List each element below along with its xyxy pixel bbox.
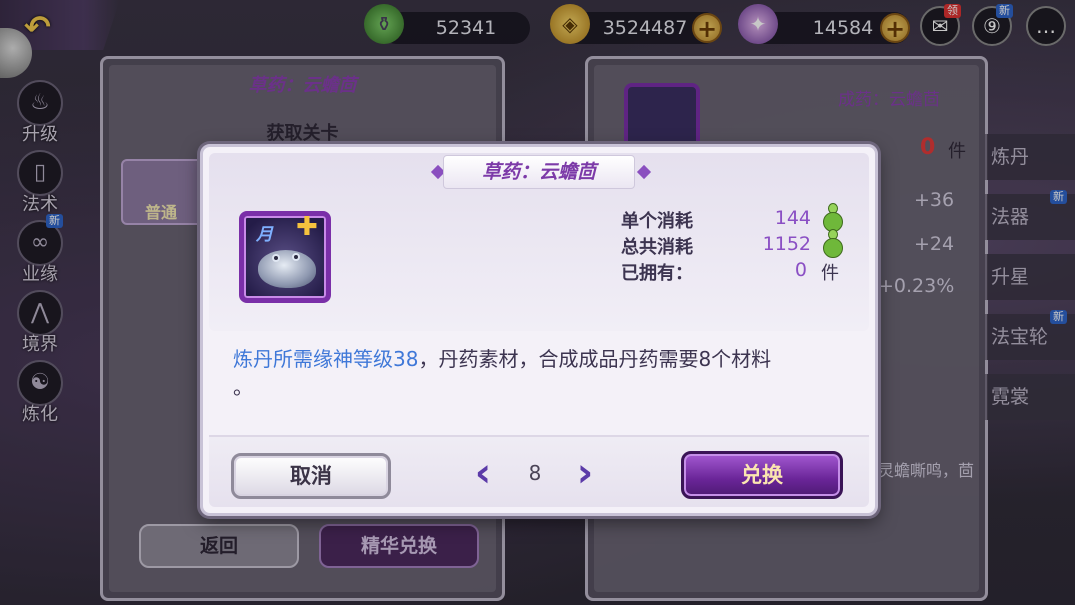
item-description: 炼丹所需缘神等级38，丹药素材，合成成品丹药需要8个材料 。	[233, 345, 853, 401]
desc-text: ，丹药素材，合成成品丹药需要8个材料	[418, 347, 772, 371]
toad-eye	[292, 253, 300, 261]
toad-icon	[258, 250, 316, 288]
dialog-title: 草药：云蟾茴	[443, 155, 635, 189]
cancel-button[interactable]: 取消	[231, 453, 391, 499]
exchange-dialog: 草药：云蟾茴 月 ✚ 单个消耗 144 总共消耗 1152 已拥有： 0 件 炼…	[200, 144, 878, 516]
dialog-divider	[209, 435, 869, 437]
owned-label: 已拥有：	[621, 263, 693, 284]
quantity-value: 8	[528, 461, 542, 485]
toad-eye	[272, 254, 280, 262]
owned-value: 0	[794, 259, 807, 281]
increase-quantity-button[interactable]: ›	[567, 453, 603, 495]
gourd-icon	[821, 229, 845, 259]
puzzle-piece-icon: ✚	[296, 212, 318, 242]
total-cost-value: 1152	[762, 233, 811, 255]
item-tag: 月	[256, 225, 273, 245]
single-cost-label: 单个消耗	[621, 211, 693, 232]
exchange-button[interactable]: 兑换	[681, 451, 843, 499]
desc-end: 。	[233, 375, 253, 399]
total-cost-label: 总共消耗	[621, 237, 693, 258]
total-cost-row: 总共消耗 1152	[523, 229, 883, 259]
desc-highlight: 炼丹所需缘神等级38	[233, 347, 419, 371]
owned-row: 已拥有： 0 件	[523, 259, 883, 285]
decrease-quantity-button[interactable]: ‹	[465, 453, 501, 495]
single-cost-value: 144	[774, 207, 811, 229]
herb-item-icon: 月 ✚	[239, 211, 331, 303]
owned-unit: 件	[821, 263, 839, 284]
